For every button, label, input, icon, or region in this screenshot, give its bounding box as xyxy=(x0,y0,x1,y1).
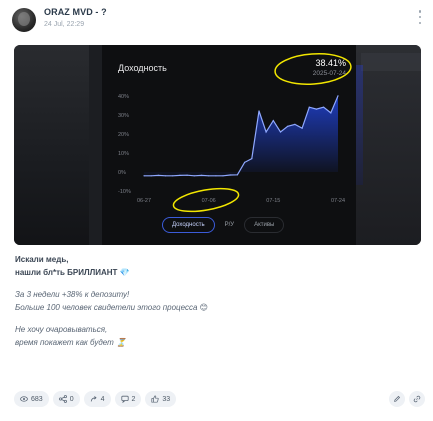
data-point xyxy=(222,175,224,177)
link-icon xyxy=(413,395,421,403)
data-point xyxy=(179,174,181,176)
data-point xyxy=(308,106,310,108)
tab-assets[interactable]: Активы xyxy=(244,217,285,233)
eye-icon xyxy=(20,396,28,402)
copy-link-button[interactable] xyxy=(409,391,425,407)
comments-button[interactable]: 2 xyxy=(114,391,142,407)
like-button[interactable]: 33 xyxy=(145,391,177,407)
repost-button[interactable]: 4 xyxy=(83,391,111,407)
data-point xyxy=(229,174,231,176)
data-point xyxy=(236,174,238,176)
y-tick-label: 0% xyxy=(118,170,126,176)
x-tick-label: 07-24 xyxy=(331,198,345,204)
pencil-icon xyxy=(394,395,401,402)
repost-icon xyxy=(90,396,97,402)
post-date: 24 Jul, 22:29 xyxy=(44,21,85,28)
data-point xyxy=(193,175,195,177)
reposts-count: 4 xyxy=(100,395,105,403)
data-point xyxy=(330,112,332,114)
x-tick-label: 06-27 xyxy=(137,198,151,204)
data-point xyxy=(251,158,253,160)
data-point xyxy=(244,161,246,163)
data-point xyxy=(287,125,289,127)
text-line: время покажет как будет ⏳ xyxy=(15,338,126,347)
chart-title: Доходность xyxy=(118,63,167,73)
image-blur-left xyxy=(14,45,89,245)
post-card: ORAZ MVD - ? 24 Jul, 22:29 40% 30% 20% 10% 0… xyxy=(0,0,433,421)
text-line: Искали медь, xyxy=(15,255,69,264)
data-point xyxy=(323,106,325,108)
y-tick-label: 40% xyxy=(118,94,129,100)
likes-count: 33 xyxy=(162,395,171,403)
data-point xyxy=(208,175,210,177)
edit-button[interactable] xyxy=(389,391,405,407)
more-options-icon[interactable] xyxy=(417,10,423,24)
data-point xyxy=(294,123,296,125)
data-point xyxy=(157,174,159,176)
data-point xyxy=(265,131,267,133)
data-point xyxy=(272,120,274,122)
data-point xyxy=(337,95,339,97)
thumbs-up-icon xyxy=(151,395,160,403)
y-tick-label: 10% xyxy=(118,151,129,157)
x-tick-label: 07-15 xyxy=(266,198,280,204)
post-text: Искали медь, нашли бл*ть БРИЛЛИАНТ 💎 За … xyxy=(15,253,208,349)
data-point xyxy=(315,108,317,110)
chart-value: 38.41% xyxy=(315,58,346,68)
data-point xyxy=(172,175,174,177)
author-avatar[interactable] xyxy=(12,8,36,32)
author-name[interactable]: ORAZ MVD - ? xyxy=(44,7,107,17)
data-point xyxy=(150,175,152,177)
text-line: За 3 недели +38% к депозиту! xyxy=(15,290,130,299)
share-button[interactable]: 0 xyxy=(52,391,80,407)
data-point xyxy=(258,110,260,112)
text-line: Больше 100 человек свидетели этого проце… xyxy=(15,303,208,312)
value-highlight-ellipse xyxy=(274,53,352,85)
views-count: 683 xyxy=(31,395,43,403)
y-tick-label: -10% xyxy=(118,189,131,195)
post-image[interactable]: 40% 30% 20% 10% 0% -10% 06-27 07-06 07-15 07-24 Д… xyxy=(14,45,421,245)
comment-icon xyxy=(120,395,129,403)
share-icon xyxy=(58,395,67,403)
y-tick-label: 20% xyxy=(118,132,129,138)
y-tick-label: 30% xyxy=(118,113,129,119)
x-tick-label: 07-06 xyxy=(202,198,216,204)
text-line: нашли бл*ть БРИЛЛИАНТ 💎 xyxy=(15,268,130,277)
chart-tabs: Доходность P/У Активы xyxy=(162,217,285,233)
comments-count: 2 xyxy=(131,395,136,403)
data-point xyxy=(301,127,303,129)
data-point xyxy=(143,175,145,177)
data-point xyxy=(200,174,203,176)
data-point xyxy=(279,131,282,133)
views-counter: 683 xyxy=(14,391,49,407)
data-point xyxy=(186,174,188,176)
text-line: Не хочу очаровываться, xyxy=(15,325,108,334)
post-stats: 683 0 4 2 33 xyxy=(14,391,177,407)
shares-count: 0 xyxy=(69,395,74,403)
data-point xyxy=(215,175,217,177)
returns-screenshot: 40% 30% 20% 10% 0% -10% 06-27 07-06 07-15 07-24 Д… xyxy=(102,45,356,245)
tab-pnl[interactable]: P/У xyxy=(215,217,244,233)
chart-date: 2025-07-24 xyxy=(312,70,346,77)
post-actions xyxy=(389,391,425,407)
tab-returns[interactable]: Доходность xyxy=(162,217,215,233)
data-point xyxy=(165,175,167,177)
